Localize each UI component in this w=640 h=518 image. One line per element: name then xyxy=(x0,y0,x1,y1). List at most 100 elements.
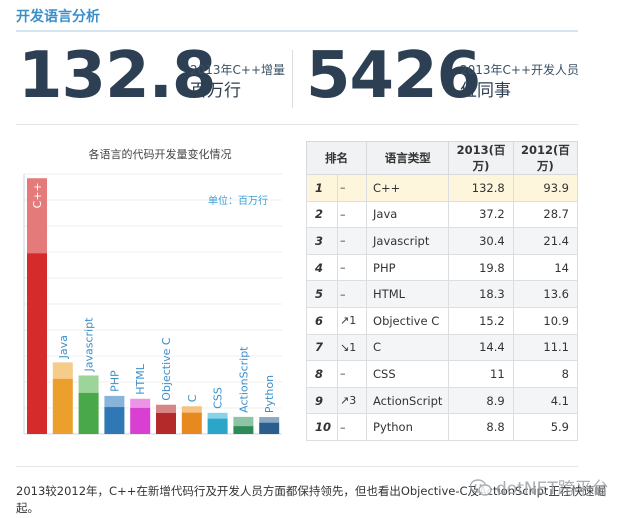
stat-increment-unit: 百万行 xyxy=(190,81,241,101)
section-title: 开发语言分析 xyxy=(16,9,100,25)
value-2012-cell: 21.4 xyxy=(512,227,579,255)
table-row: 5– HTML 18.3 13.6 xyxy=(305,280,579,308)
col-header-2013: 2013(百万) xyxy=(448,141,514,175)
ranking-table: 排名 语言类型 2013(百万) 2012(百万) 1– C++ 132.8 93.9… xyxy=(305,141,579,441)
bar-2012-javascript xyxy=(78,392,99,434)
table-row: 7 ↘1 C 14.4 11.1 xyxy=(305,333,579,362)
bar-2012-python xyxy=(259,422,280,434)
value-2013-cell: 15.2 xyxy=(448,306,514,335)
value-2013-cell: 132.8 xyxy=(448,174,514,202)
rank-change-cell: – xyxy=(337,253,368,282)
table-row: 2– Java 37.2 28.7 xyxy=(305,200,579,229)
chart-unit-label: 单位：百万行 xyxy=(208,194,268,207)
bar-label-objective-c: Objective C xyxy=(160,337,173,401)
value-2013-cell: 19.8 xyxy=(448,253,514,282)
bar-2013-actionscript xyxy=(233,416,254,427)
stat-increment-value: 132.8 xyxy=(18,39,216,113)
bar-2013-php xyxy=(104,395,125,408)
col-header-2012: 2012(百万) xyxy=(512,141,579,175)
rank-change-cell: – xyxy=(337,360,368,388)
rank-change-cell: ↗3 xyxy=(337,386,368,415)
bar-2012-html xyxy=(130,407,151,434)
value-2012-cell: 10.9 xyxy=(512,306,579,335)
table-row: 4– PHP 19.8 14 xyxy=(305,253,579,282)
bar-label-actionscript: ActionScript xyxy=(237,346,250,413)
rank-cell: 1 xyxy=(305,174,339,202)
bar-label-java: Java xyxy=(57,335,70,359)
table-row: 8– CSS 11 8 xyxy=(305,360,579,388)
bar-label-html: HTML xyxy=(134,363,147,394)
stat-divider xyxy=(292,50,293,108)
bar-2012-actionscript xyxy=(233,426,254,434)
rank-change-cell: ↗1 xyxy=(337,306,368,335)
bar-label-php: PHP xyxy=(108,370,121,392)
language-cell: HTML xyxy=(366,280,450,308)
rank-change-cell: – xyxy=(337,280,368,308)
rank-change-cell: – xyxy=(337,413,368,441)
title-divider xyxy=(16,30,578,32)
bar-2013-javascript xyxy=(78,375,99,393)
value-2013-cell: 37.2 xyxy=(448,200,514,229)
language-cell: Objective C xyxy=(366,306,450,335)
bar-2012-c++ xyxy=(27,253,47,434)
stat-developers-value: 5426 xyxy=(306,39,481,113)
value-2012-cell: 5.9 xyxy=(512,413,579,441)
language-cell: ActionScript xyxy=(366,386,450,415)
value-2012-cell: 11.1 xyxy=(512,333,579,362)
bar-2013-c xyxy=(181,406,202,413)
rank-change-cell: – xyxy=(337,227,368,255)
language-cell: CSS xyxy=(366,360,450,388)
language-cell: Java xyxy=(366,200,450,229)
wechat-icon xyxy=(470,479,492,496)
rank-cell: 7 xyxy=(305,333,339,362)
bar-2013-css xyxy=(207,412,228,419)
value-2013-cell: 30.4 xyxy=(448,227,514,255)
value-2013-cell: 11 xyxy=(448,360,514,388)
rank-cell: 6 xyxy=(305,306,339,335)
language-cell: C++ xyxy=(366,174,450,202)
value-2012-cell: 93.9 xyxy=(512,174,579,202)
table-row: 1– C++ 132.8 93.9 xyxy=(305,174,579,202)
bar-2012-c xyxy=(181,412,202,434)
language-cell: Javascript xyxy=(366,227,450,255)
table-row: 9 ↗3 ActionScript 8.9 4.1 xyxy=(305,386,579,415)
bar-2013-objective-c xyxy=(156,404,176,414)
bar-2013-python xyxy=(259,417,280,423)
table-row: 10– Python 8.8 5.9 xyxy=(305,413,579,441)
bar-2012-objective-c xyxy=(156,413,176,434)
rank-cell: 8 xyxy=(305,360,339,388)
footer-divider xyxy=(16,466,578,467)
language-cell: PHP xyxy=(366,253,450,282)
col-header-rank: 排名 xyxy=(305,141,368,175)
bar-2013-html xyxy=(130,398,151,408)
language-cell: Python xyxy=(366,413,450,441)
bar-2012-java xyxy=(52,378,73,434)
value-2012-cell: 14 xyxy=(512,253,579,282)
watermark-text: dotNET跨平台 xyxy=(496,479,609,499)
value-2013-cell: 8.9 xyxy=(448,386,514,415)
table-row: 6 ↗1 Objective C 15.2 10.9 xyxy=(305,306,579,335)
rank-change-cell: ↘1 xyxy=(337,333,368,362)
table-row: 3– Javascript 30.4 21.4 xyxy=(305,227,579,255)
col-header-language: 语言类型 xyxy=(366,141,450,175)
rank-cell: 9 xyxy=(305,386,339,415)
rank-cell: 3 xyxy=(305,227,339,255)
rank-cell: 10 xyxy=(305,413,339,441)
table-header-row: 排名 语言类型 2013(百万) 2012(百万) xyxy=(305,141,579,175)
rank-change-cell: – xyxy=(337,174,368,202)
bar-chart: 单位：百万行 C++ Java Javascript PHP HTML Objective … xyxy=(23,173,282,435)
bar-label-javascript: Javascript xyxy=(83,317,96,373)
stat-developers-label: 2013年C++开发人员 xyxy=(460,63,580,77)
value-2013-cell: 8.8 xyxy=(448,413,514,441)
bar-2012-css xyxy=(207,418,228,434)
value-2013-cell: 18.3 xyxy=(448,280,514,308)
rank-cell: 2 xyxy=(305,200,339,229)
bar-label-css: CSS xyxy=(212,387,225,409)
bar-label-python: Python xyxy=(263,375,276,413)
stat-developers-unit: 位同事 xyxy=(460,81,511,101)
rank-change-cell: – xyxy=(337,200,368,229)
value-2012-cell: 4.1 xyxy=(512,386,579,415)
bar-label-c: C xyxy=(186,394,199,402)
bar-label-c++: C++ xyxy=(31,182,44,208)
rank-cell: 4 xyxy=(305,253,339,282)
